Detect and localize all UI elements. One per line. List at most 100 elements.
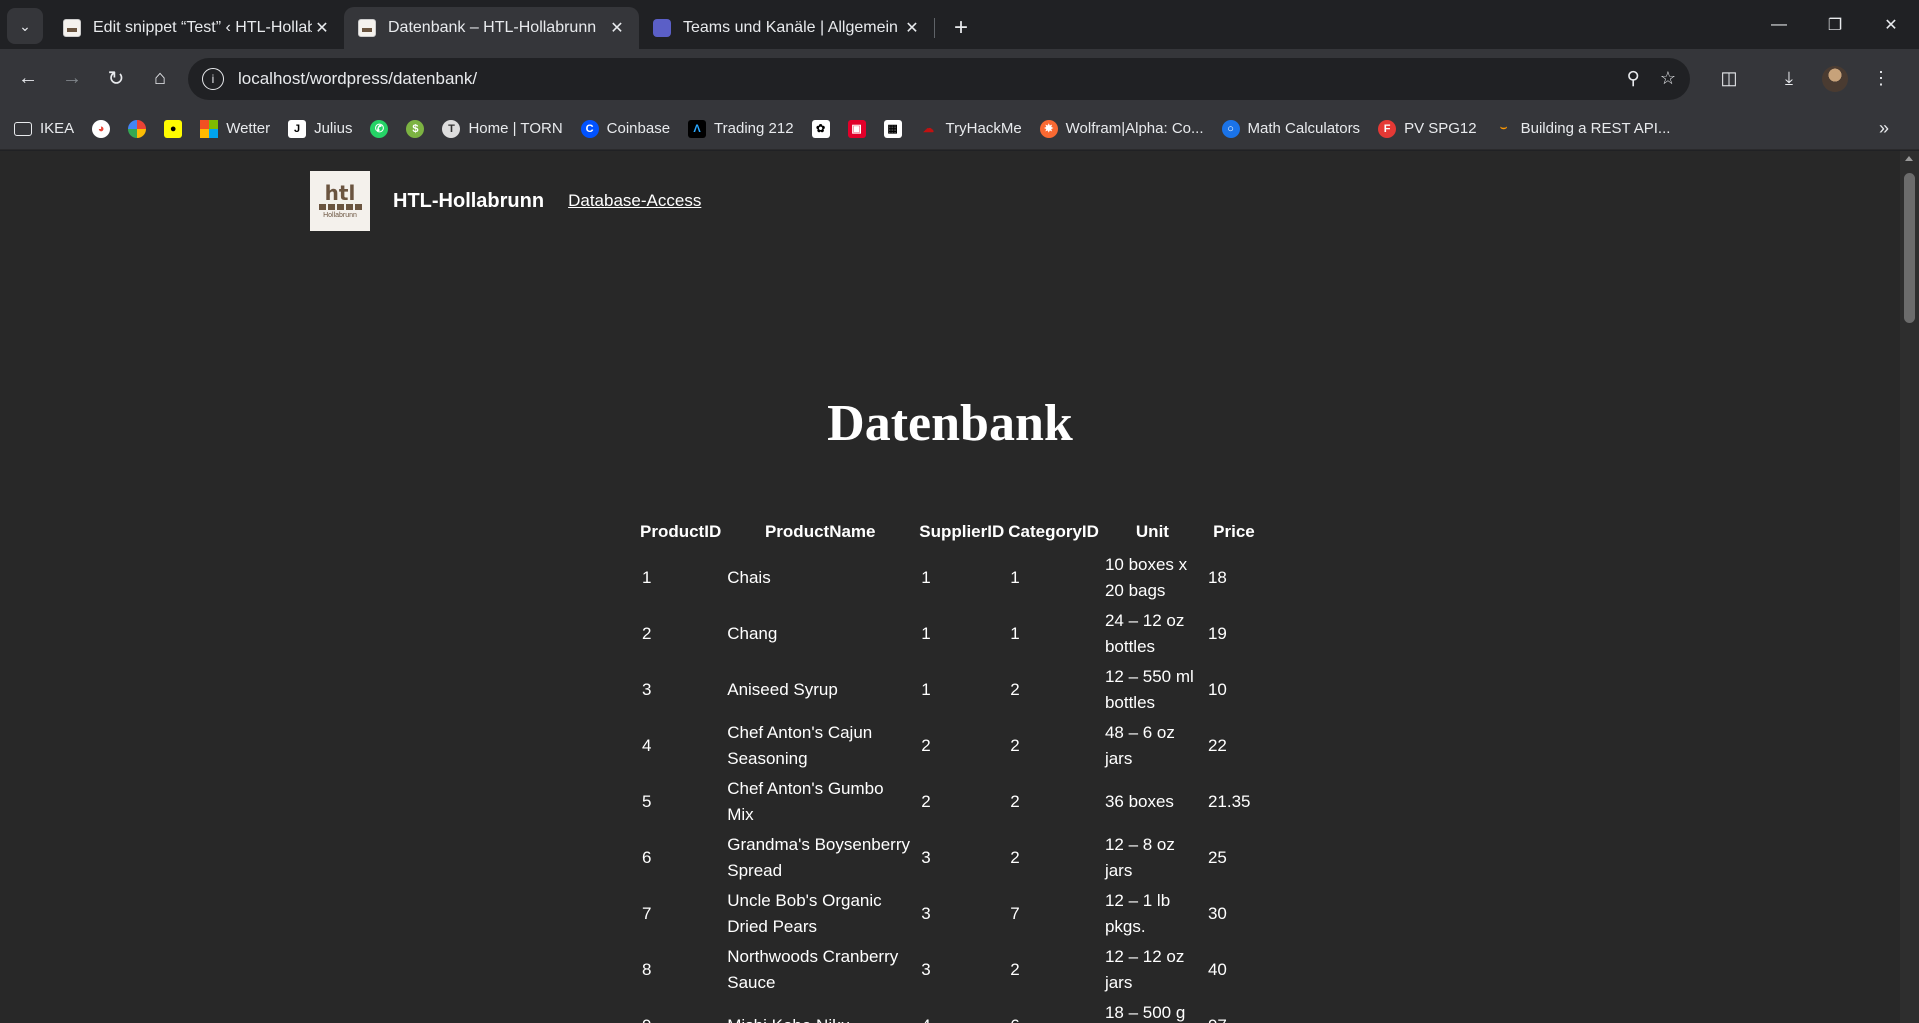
cell-supplierid: 3 (921, 960, 931, 979)
minimize-button[interactable]: — (1751, 0, 1807, 49)
bookmark-whatsapp[interactable]: ✆ (370, 119, 389, 138)
site-logo[interactable]: htl Hollabrunn (310, 171, 370, 231)
tab-datenbank[interactable]: Datenbank – HTL-Hollabrunn ✕ (344, 7, 639, 49)
bookmarks-overflow-button[interactable]: » (1879, 118, 1889, 139)
page-scrollbar[interactable] (1900, 151, 1919, 1023)
bookmark-ikea[interactable]: IKEA (14, 120, 74, 137)
cell-supplierid: 1 (921, 680, 931, 699)
snapchat-icon: ● (164, 119, 183, 138)
cell-productname: Aniseed Syrup (727, 680, 838, 699)
forward-button[interactable]: → (52, 59, 92, 99)
logo-subtext: Hollabrunn (323, 211, 357, 219)
site-title[interactable]: HTL-Hollabrunn (393, 190, 544, 213)
cell-supplierid: 2 (921, 736, 931, 755)
download-icon: ⤓ (1785, 68, 1793, 88)
close-window-button[interactable]: ✕ (1863, 0, 1919, 49)
math-icon: ○ (1221, 119, 1240, 138)
bookmark-label: Julius (314, 120, 353, 137)
new-tab-button[interactable]: + (943, 10, 979, 46)
cell-productname: Chais (727, 568, 771, 587)
tab-search-button[interactable]: ⌄ (7, 8, 43, 44)
bookmark-label: PV SPG12 (1404, 120, 1477, 137)
header-price: Price (1213, 522, 1255, 541)
bookmark-wetter[interactable]: Wetter (200, 119, 271, 138)
cell-productid: 3 (642, 680, 652, 699)
bookmark-label: TryHackMe (945, 120, 1022, 137)
extensions-button[interactable]: ◫ (1706, 59, 1752, 99)
cell-unit: 48 – 6 oz jars (1104, 723, 1175, 768)
cell-categoryid: 1 (1010, 624, 1020, 643)
cell-productid: 1 (642, 568, 652, 587)
bookmark-coinbase[interactable]: C Coinbase (580, 119, 670, 138)
cell-categoryid: 1 (1010, 568, 1020, 587)
close-icon[interactable]: ✕ (607, 18, 627, 38)
reload-button[interactable]: ↻ (96, 59, 136, 99)
bookmark-money[interactable]: $ (406, 119, 425, 138)
back-button[interactable]: ← (8, 59, 48, 99)
cell-unit: 18 – 500 g pkgs. (1104, 1003, 1186, 1022)
url-text[interactable]: localhost/wordpress/datenbank/ (238, 69, 1607, 89)
header-productid: ProductID (640, 522, 722, 541)
page-title: Datenbank (827, 395, 1073, 452)
table-row: 5 Chef Anton's Gumbo Mix 2 2 36 boxes 21… (638, 774, 1264, 830)
header-supplierid: SupplierID (919, 522, 1005, 541)
restore-button[interactable]: ❐ (1807, 0, 1863, 49)
scrollbar-thumb[interactable] (1904, 173, 1915, 323)
menu-button[interactable]: ⋮ (1858, 59, 1904, 99)
star-icon[interactable]: ☆ (1660, 68, 1676, 89)
home-button[interactable]: ⌂ (140, 59, 180, 99)
bookmark-trading212[interactable]: Λ Trading 212 (688, 119, 794, 138)
cell-price: 25 (1207, 848, 1227, 867)
cell-productid: 4 (642, 736, 652, 755)
cell-unit: 12 – 8 oz jars (1104, 835, 1175, 880)
cell-categoryid: 2 (1010, 792, 1020, 811)
bookmark-label: Trading 212 (714, 120, 794, 137)
bookmark-rest-api[interactable]: ⌣ Building a REST API... (1495, 120, 1670, 138)
bookmark-oebb[interactable]: ▣ (847, 119, 866, 138)
bookmark-grid[interactable]: ▦ (883, 119, 902, 138)
downloads-button[interactable]: ⤓ (1766, 59, 1812, 99)
close-icon[interactable]: ✕ (902, 18, 922, 38)
site-info-icon[interactable]: i (202, 67, 224, 90)
bookmark-snapchat[interactable]: ● (164, 119, 183, 138)
clock-icon: ◕ (92, 119, 111, 138)
profile-button[interactable] (1812, 59, 1858, 99)
bookmark-torn[interactable]: T Home | TORN (442, 119, 563, 138)
address-bar[interactable]: i localhost/wordpress/datenbank/ ⚲ ☆ (188, 57, 1690, 100)
logo-text: htl (324, 180, 356, 205)
j-icon: J (288, 119, 307, 138)
bookmark-julius[interactable]: J Julius (288, 119, 353, 138)
bookmark-openai[interactable]: ✿ (811, 119, 830, 138)
cell-productid: 8 (642, 960, 652, 979)
pinwheel-icon (128, 119, 147, 138)
close-icon[interactable]: ✕ (312, 18, 332, 38)
cell-supplierid: 1 (921, 568, 931, 587)
bookmark-pinwheel[interactable] (128, 119, 147, 138)
bookmark-math[interactable]: ○ Math Calculators (1221, 119, 1360, 138)
tab-teams[interactable]: Teams und Kanäle | Allgemein | ✕ (639, 7, 934, 49)
amazon-icon: ⌣ (1499, 122, 1508, 134)
table-row: 7 Uncle Bob's Organic Dried Pears 3 7 12… (638, 886, 1264, 942)
cell-price: 40 (1207, 960, 1227, 979)
bookmark-clock[interactable]: ◕ (92, 119, 111, 138)
bookmark-tryhackme[interactable]: ☁ TryHackMe (920, 120, 1022, 138)
nav-link-database-access[interactable]: Database-Access (568, 191, 701, 211)
window-controls: — ❐ ✕ (1751, 0, 1919, 49)
cell-price: 19 (1207, 624, 1227, 643)
tab-edit-snippet[interactable]: Edit snippet “Test” ‹ HTL-Hollab ✕ (49, 7, 344, 49)
bookmark-pv[interactable]: F PV SPG12 (1378, 119, 1477, 138)
bookmark-label: Wetter (226, 120, 271, 137)
pv-icon: F (1378, 119, 1397, 138)
trading212-icon: Λ (688, 119, 707, 138)
cell-supplierid: 1 (921, 624, 931, 643)
cell-productname: Mishi Kobe Niku (723, 998, 917, 1023)
cell-supplierid: 2 (921, 792, 931, 811)
scroll-up-icon[interactable] (1905, 156, 1913, 161)
minimize-icon: — (1771, 15, 1787, 33)
plus-icon: + (953, 14, 968, 41)
zoom-icon[interactable]: ⚲ (1627, 68, 1640, 89)
oebb-icon: ▣ (847, 119, 866, 138)
bookmark-wolfram[interactable]: ✸ Wolfram|Alpha: Co... (1039, 119, 1204, 138)
cell-unit: 24 – 12 oz bottles (1104, 611, 1185, 656)
whatsapp-icon: ✆ (370, 119, 389, 138)
